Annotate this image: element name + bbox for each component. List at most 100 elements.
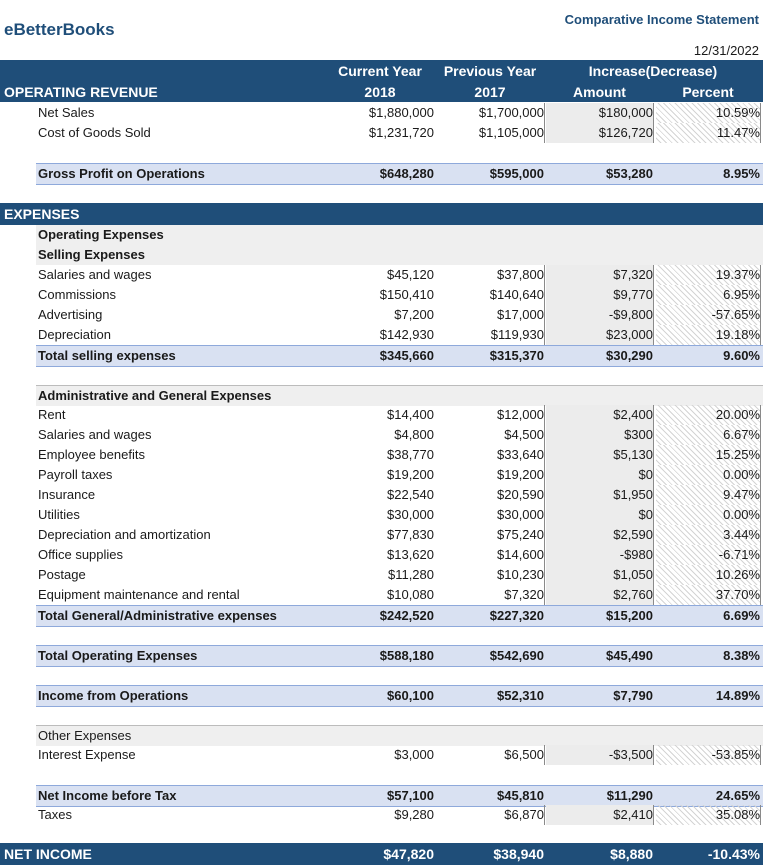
value-percent: 19.37% <box>715 267 760 282</box>
row-label: NET INCOME <box>4 846 92 862</box>
table-row: Rent $14,400 $12,000 $2,400 20.00% <box>0 405 763 425</box>
header-percent: Percent <box>682 84 734 100</box>
table-row: Depreciation and amortization $77,830 $75,… <box>0 525 763 545</box>
value-percent: 6.67% <box>723 427 760 442</box>
value-previous: $119,930 <box>490 327 544 342</box>
value-amount: $45,490 <box>606 648 653 663</box>
value-percent: 9.47% <box>723 487 760 502</box>
net-income-band: NET INCOME $47,820 $38,940 $8,880 -10.43… <box>0 843 763 865</box>
value-amount: -$3,500 <box>608 747 653 762</box>
value-current: $648,280 <box>379 166 434 181</box>
operating-expenses-heading: Operating Expenses <box>36 225 763 245</box>
section-expenses: EXPENSES <box>4 206 80 222</box>
value-percent: 6.95% <box>723 287 760 302</box>
heading-label: Operating Expenses <box>38 227 164 242</box>
table-row: Advertising $7,200 $17,000 -$9,800 -57.65% <box>0 305 763 325</box>
value-previous: $17,000 <box>497 307 544 322</box>
row-label: Net Income before Tax <box>38 788 177 803</box>
header-year-current: 2018 <box>364 84 396 100</box>
value-percent: 3.44% <box>723 527 760 542</box>
header-amount: Amount <box>573 84 626 100</box>
value-previous: $33,640 <box>497 447 544 462</box>
value-amount: $300 <box>624 427 653 442</box>
value-percent: 19.18% <box>715 327 760 342</box>
value-current: $345,660 <box>379 348 434 363</box>
column-header-band: Current Year Previous Year Increase(Decr… <box>0 60 763 102</box>
value-current: $13,620 <box>387 547 434 562</box>
header-year-previous: 2017 <box>474 84 506 100</box>
value-previous: $38,940 <box>493 846 544 862</box>
value-amount: -$9,800 <box>608 307 653 322</box>
value-current: $10,080 <box>387 587 434 602</box>
row-label: Interest Expense <box>38 747 136 762</box>
heading-label: Selling Expenses <box>38 247 145 262</box>
value-current: $60,100 <box>387 688 434 703</box>
value-previous: $542,690 <box>489 648 544 663</box>
value-amount: $7,320 <box>613 267 653 282</box>
table-row: Payroll taxes $19,200 $19,200 $0 0.00% <box>0 465 763 485</box>
value-amount: $2,760 <box>613 587 653 602</box>
value-previous: $20,590 <box>497 487 544 502</box>
value-previous: $14,600 <box>497 547 544 562</box>
table-row: Utilities $30,000 $30,000 $0 0.00% <box>0 505 763 525</box>
value-amount: $30,290 <box>606 348 653 363</box>
value-previous: $52,310 <box>497 688 544 703</box>
value-previous: $10,230 <box>497 567 544 582</box>
value-amount: $5,130 <box>613 447 653 462</box>
row-label: Insurance <box>38 487 96 502</box>
value-previous: $12,000 <box>497 407 544 422</box>
value-current: $45,120 <box>387 267 434 282</box>
value-percent: -57.65% <box>711 307 760 322</box>
value-amount: $126,720 <box>598 125 653 140</box>
selling-expenses-heading: Selling Expenses <box>36 245 763 265</box>
value-current: $77,830 <box>387 527 434 542</box>
value-percent: 8.38% <box>723 648 760 663</box>
value-previous: $30,000 <box>497 507 544 522</box>
value-current: $22,540 <box>387 487 434 502</box>
table-row: Employee benefits $38,770 $33,640 $5,130 15.… <box>0 445 763 465</box>
section-operating-revenue: OPERATING REVENUE <box>4 84 158 100</box>
table-row: Depreciation $142,930 $119,930 $23,000 19.18… <box>0 325 763 345</box>
value-current: $7,200 <box>394 307 434 322</box>
table-row: Cost of Goods Sold $1,231,720 $1,105,000… <box>0 123 763 143</box>
value-current: $588,180 <box>379 648 434 663</box>
value-percent: 10.59% <box>715 105 760 120</box>
table-row: Insurance $22,540 $20,590 $1,950 9.47% <box>0 485 763 505</box>
value-previous: $75,240 <box>497 527 544 542</box>
value-percent: -53.85% <box>711 747 760 762</box>
value-previous: $227,320 <box>489 608 544 623</box>
row-label: Income from Operations <box>38 688 189 703</box>
row-label: Payroll taxes <box>38 467 113 482</box>
value-current: $1,231,720 <box>368 125 434 140</box>
value-current: $57,100 <box>387 788 434 803</box>
row-label: Depreciation <box>38 327 111 342</box>
value-percent: 20.00% <box>715 407 760 422</box>
value-current: $38,770 <box>387 447 434 462</box>
heading-label: Other Expenses <box>38 728 132 743</box>
row-label: Utilities <box>38 507 80 522</box>
value-percent: 10.26% <box>715 567 760 582</box>
value-current: $14,400 <box>387 407 434 422</box>
table-row: Net Sales $1,880,000 $1,700,000 $180,000… <box>0 103 763 123</box>
value-percent: 9.60% <box>723 348 760 363</box>
row-label: Total selling expenses <box>38 348 176 363</box>
row-label: Office supplies <box>38 547 124 562</box>
value-percent: 11.47% <box>716 125 760 140</box>
header-increase: Increase(Decrease) <box>588 63 718 79</box>
value-percent: 35.08% <box>715 807 760 822</box>
table-row: Salaries and wages $45,120 $37,800 $7,320 19… <box>0 265 763 285</box>
value-current: $142,930 <box>379 327 434 342</box>
header-previous-year: Previous Year <box>443 63 537 79</box>
value-amount: $1,950 <box>613 487 653 502</box>
selling-total-row: Total selling expenses $345,660 $315,370… <box>36 345 763 367</box>
value-current: $11,280 <box>387 567 434 582</box>
value-current: $1,880,000 <box>368 105 434 120</box>
value-current: $150,410 <box>379 287 434 302</box>
value-amount: $53,280 <box>606 166 653 181</box>
value-previous: $19,200 <box>497 467 544 482</box>
value-amount: $0 <box>638 467 653 482</box>
value-previous: $45,810 <box>497 788 544 803</box>
table-row: Commissions $150,410 $140,640 $9,770 6.95% <box>0 285 763 305</box>
value-percent: -6.71% <box>718 547 760 562</box>
report-date: 12/31/2022 <box>693 43 759 58</box>
